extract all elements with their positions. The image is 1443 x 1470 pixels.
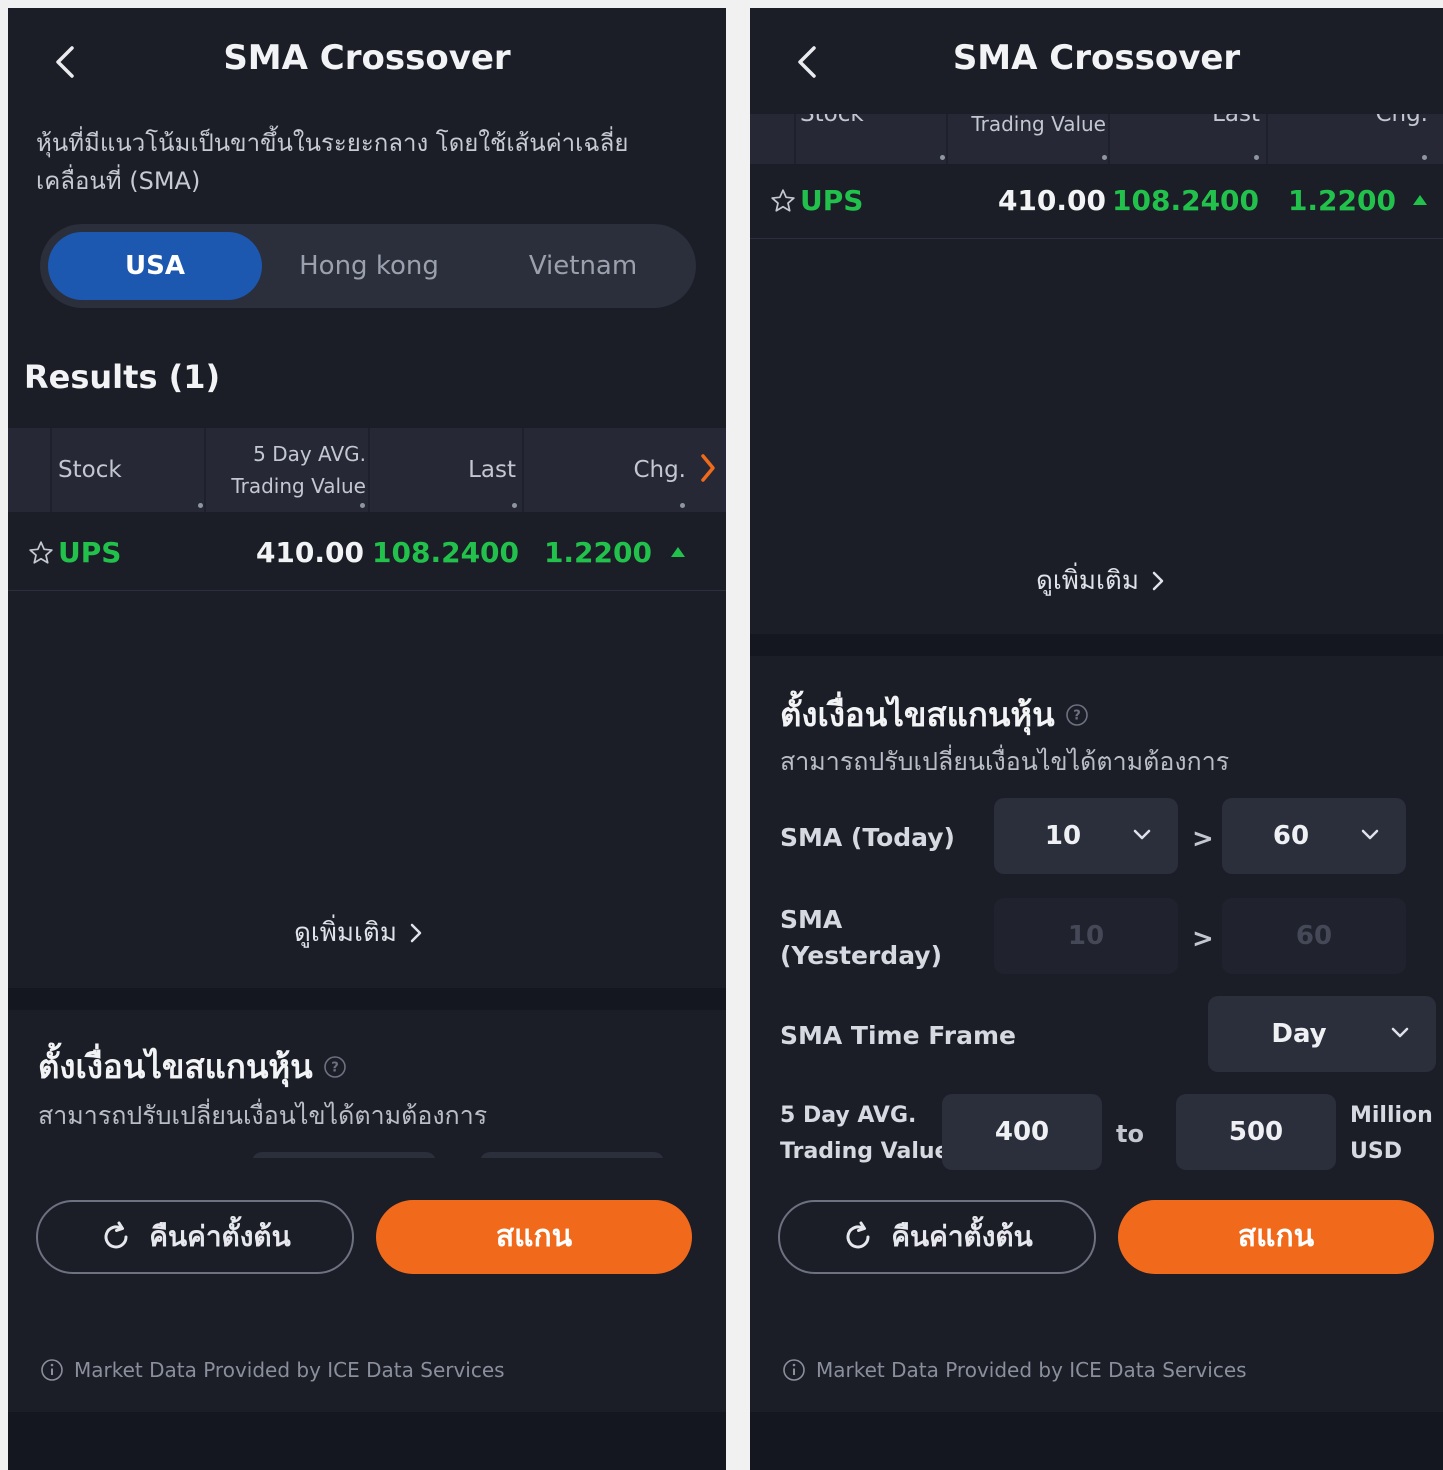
refresh-icon (846, 1221, 870, 1249)
data-provider-note: Market Data Provided by ICE Data Service… (40, 1358, 505, 1382)
triangle-up-icon (671, 547, 685, 557)
header: SMA Crossover (750, 8, 1443, 114)
stock-symbol[interactable]: UPS (58, 516, 121, 590)
trading-value-label: 5 Day AVG. Trading Value (780, 1103, 950, 1164)
info-icon (41, 1359, 63, 1381)
conditions-subtitle: สามารถปรับเปลี่ยนเงื่อนไขได้ตามต้องการ (38, 1101, 488, 1130)
market-selector: USA Hong kong Vietnam (40, 224, 696, 308)
table-row[interactable]: UPS 410.00 108.2400 1.2200 (8, 516, 726, 591)
sma-today-long-dropdown[interactable]: 60 (1222, 798, 1406, 874)
chevron-down-icon (1133, 829, 1151, 840)
price-change: 1.2200 (1287, 184, 1396, 217)
sma-yesterday-long-field: 60 (1222, 898, 1406, 974)
bottom-safe-area (8, 1412, 726, 1470)
chevron-down-icon (1391, 1027, 1409, 1038)
sma-time-frame-label: SMA Time Frame (780, 1021, 1016, 1050)
star-icon[interactable] (770, 188, 796, 214)
col-header-avg-trading-value[interactable]: 5 Day AVG. Trading Value (208, 428, 366, 512)
sma-today-label: SMA (Today) (780, 823, 955, 852)
stock-symbol[interactable]: UPS (800, 164, 863, 238)
refresh-icon (104, 1221, 128, 1249)
sma-yesterday-short-field: 10 (994, 898, 1178, 974)
chevron-down-icon (1361, 829, 1379, 840)
sma-yesterday-label: SMA (Yesterday) (780, 905, 943, 970)
header: SMA Crossover (8, 8, 726, 118)
greater-than-sign: > (1192, 924, 1214, 954)
greater-than-sign: > (1192, 824, 1214, 854)
page-title: SMA Crossover (223, 38, 511, 78)
sma-today-short-dropdown[interactable]: 10 (994, 798, 1178, 874)
info-icon (783, 1359, 805, 1381)
conditions-title: ตั้งเงื่อนไขสแกนหุ้น ? (780, 688, 1089, 741)
star-icon[interactable] (28, 540, 54, 566)
results-title: Results (1) (24, 358, 221, 396)
svg-text:?: ? (331, 1060, 339, 1075)
reset-button[interactable]: คืนค่าตั้งต้น (778, 1200, 1096, 1274)
market-tab-vietnam[interactable]: Vietnam (476, 232, 690, 300)
triangle-up-icon (1413, 195, 1427, 205)
phone-screen-right: Stock Trading Value Last Chg. SMA Crosso… (750, 8, 1443, 1470)
sma-time-frame-dropdown[interactable]: Day (1208, 996, 1436, 1072)
last-price: 108.2400 (1112, 184, 1260, 217)
help-icon[interactable]: ? (323, 1055, 347, 1079)
price-change: 1.2200 (543, 536, 652, 569)
col-header-last[interactable]: Last (372, 428, 516, 512)
trading-value-min-input[interactable]: 400 (942, 1094, 1102, 1170)
svg-text:?: ? (1073, 708, 1081, 723)
results-table-header: Stock 5 Day AVG. Trading Value Last Chg. (8, 428, 726, 512)
avg-trading-value: 410.00 (997, 184, 1106, 217)
last-price: 108.2400 (372, 536, 520, 569)
screener-description: หุ้นที่มีแนวโน้มเป็นขาขึ้นในระยะกลาง โดย… (36, 129, 629, 195)
trading-value-max-input[interactable]: 500 (1176, 1094, 1336, 1170)
col-header-stock[interactable]: Stock (58, 428, 122, 512)
section-divider (8, 988, 726, 1010)
chevron-right-icon (1152, 571, 1164, 590)
help-icon[interactable]: ? (1065, 703, 1089, 727)
see-more-link[interactable]: ดูเพิ่มเติม (294, 912, 423, 953)
range-to-label: to (1116, 1120, 1144, 1148)
trading-value-unit: Million USD (1350, 1103, 1433, 1164)
see-more-link[interactable]: ดูเพิ่มเติม (1036, 560, 1165, 601)
scroll-columns-right-icon[interactable] (698, 448, 718, 488)
phone-screen-left: SMA Crossover หุ้นที่มีแนวโน้มเป็นขาขึ้น… (8, 8, 726, 1470)
data-provider-note: Market Data Provided by ICE Data Service… (782, 1358, 1247, 1382)
scan-button[interactable]: สแกน (1118, 1200, 1434, 1274)
market-tab-usa[interactable]: USA (48, 232, 262, 300)
col-header-chg[interactable]: Chg. (526, 428, 686, 512)
conditions-title: ตั้งเงื่อนไขสแกนหุ้น ? (38, 1040, 347, 1093)
scan-button[interactable]: สแกน (376, 1200, 692, 1274)
section-divider (750, 634, 1443, 656)
reset-button[interactable]: คืนค่าตั้งต้น (36, 1200, 354, 1274)
chevron-right-icon (410, 923, 422, 942)
bottom-safe-area (750, 1412, 1443, 1470)
avg-trading-value: 410.00 (255, 536, 364, 569)
market-tab-hong-kong[interactable]: Hong kong (262, 232, 476, 300)
page-title: SMA Crossover (952, 38, 1241, 78)
conditions-subtitle: สามารถปรับเปลี่ยนเงื่อนไขได้ตามต้องการ (780, 747, 1230, 776)
table-row[interactable]: UPS 410.00 108.2400 1.2200 (750, 164, 1443, 239)
